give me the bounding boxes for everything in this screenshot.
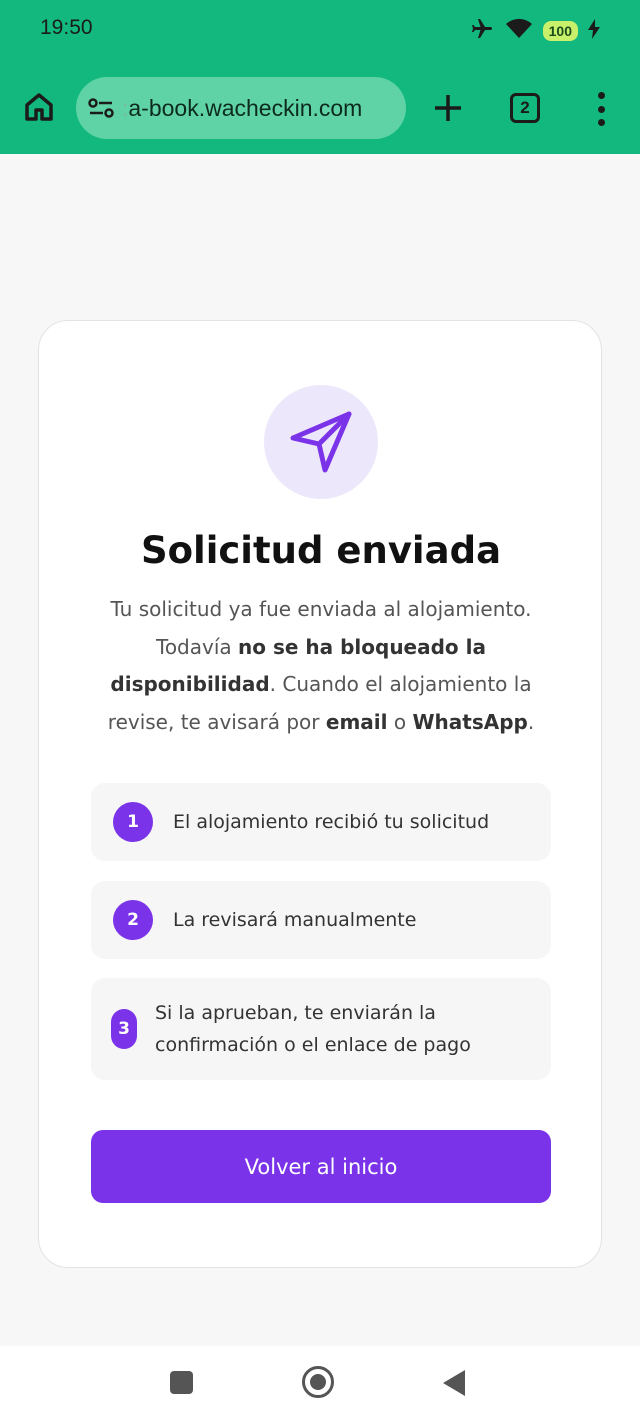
system-nav-bar [0,1346,640,1422]
description-text: . [527,709,535,734]
status-icons: 100 [469,17,600,45]
home-button[interactable] [20,88,58,126]
status-time: 19:50 [40,16,93,39]
description-text: o [387,709,413,734]
url-domain: a-book.wacheckin.com [128,94,363,121]
home-dot-icon [310,1374,326,1390]
steps-list: 1 El alojamiento recibió tu solicitud 2 … [91,783,551,1080]
step-item: 3 Si la aprueban, te enviarán la confirm… [91,978,551,1080]
back-to-home-button[interactable]: Volver al inicio [91,1130,551,1203]
new-tab-button[interactable] [430,90,466,126]
recents-button[interactable] [170,1371,193,1394]
site-settings-icon[interactable] [88,95,114,121]
tab-switcher-button[interactable]: 2 [510,93,540,123]
more-menu-button[interactable] [590,92,612,126]
charging-icon [588,19,600,43]
send-icon-badge [264,385,378,499]
url-text: :a-book.wacheckin.com [122,95,362,122]
battery-icon: 100 [542,21,578,41]
page-title: Solicitud enviada [140,529,502,572]
step-text: El alojamiento recibió tu solicitud [173,811,490,833]
status-bar: 19:50 100 [0,0,640,60]
menu-dot [597,92,605,99]
wifi-icon [505,18,533,44]
home-nav-button[interactable] [302,1366,334,1398]
step-text: La revisará manualmente [173,909,417,931]
back-button[interactable] [443,1370,465,1396]
airplane-icon [469,17,495,45]
plus-icon [435,95,461,121]
address-bar[interactable]: :a-book.wacheckin.com [76,77,406,139]
step-item: 1 El alojamiento recibió tu solicitud [91,783,551,861]
step-item: 2 La revisará manualmente [91,881,551,959]
step-number: 1 [113,802,153,842]
confirmation-card: Solicitud enviada Tu solicitud ya fue en… [38,320,602,1268]
step-number: 3 [111,1009,137,1049]
step-number: 2 [113,900,153,940]
step-text: Si la aprueban, te enviarán la confirmac… [155,1002,471,1056]
send-icon [290,411,352,473]
home-icon [25,93,53,121]
description: Tu solicitud ya fue enviada al alojamien… [99,591,543,741]
browser-toolbar: :a-book.wacheckin.com 2 [0,60,640,154]
menu-dot [597,119,605,126]
description-bold: WhatsApp [412,709,528,734]
description-bold: email [325,709,388,734]
menu-dot [597,105,605,113]
